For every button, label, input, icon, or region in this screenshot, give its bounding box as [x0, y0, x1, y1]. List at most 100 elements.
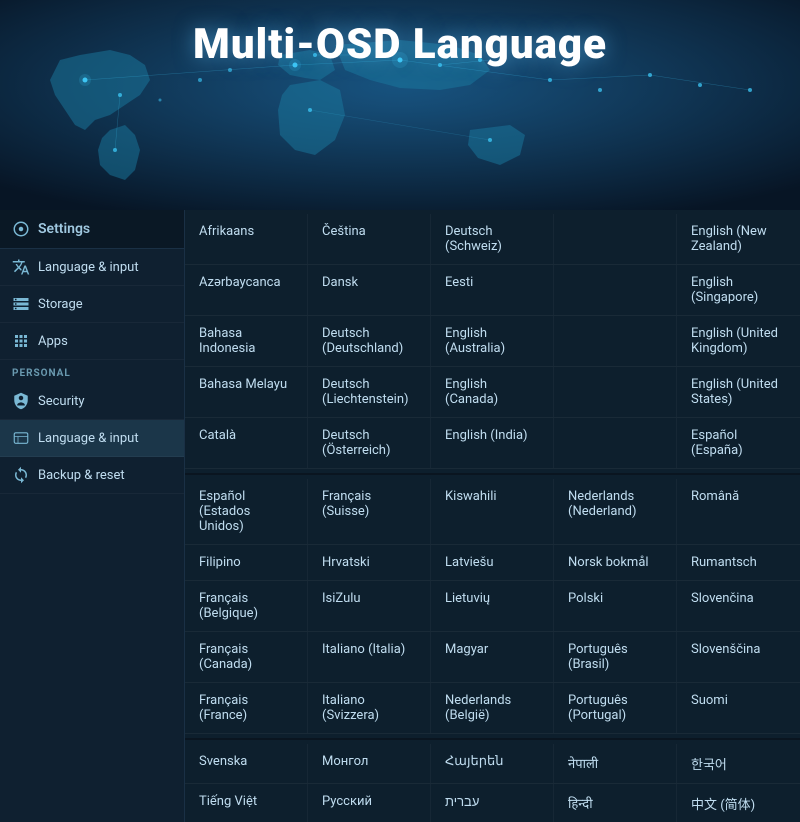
sidebar-section-personal: PERSONAL: [0, 360, 184, 383]
list-item[interactable]: Italiano (Svizzera): [308, 683, 431, 733]
list-item[interactable]: Slovenčina: [677, 581, 800, 631]
list-item[interactable]: Slovenščina: [677, 632, 800, 682]
list-item[interactable]: [554, 265, 677, 315]
list-item[interactable]: Español (Estados Unidos): [185, 479, 308, 544]
list-item[interactable]: Kiswahili: [431, 479, 554, 544]
list-item[interactable]: Lietuvių: [431, 581, 554, 631]
language-grid[interactable]: AfrikaansČeštinaDeutsch (Schweiz) English…: [185, 210, 800, 822]
list-item[interactable]: Español (España): [677, 418, 800, 468]
storage-icon: [12, 295, 30, 313]
list-item[interactable]: Afrikaans: [185, 214, 308, 264]
list-item[interactable]: Français (Suisse): [308, 479, 431, 544]
sidebar-item-apps[interactable]: Apps: [0, 323, 184, 360]
list-item[interactable]: Magyar: [431, 632, 554, 682]
list-item[interactable]: Latviešu: [431, 545, 554, 580]
list-item[interactable]: नेपाली: [554, 744, 677, 783]
list-item[interactable]: English (Singapore): [677, 265, 800, 315]
list-item[interactable]: [554, 367, 677, 417]
sidebar-header: Settings: [0, 210, 184, 249]
table-row: Tiếng ViệtРусскийעבריתहिन्दी中文 (简体): [185, 784, 800, 822]
list-item[interactable]: Tiếng Việt: [185, 784, 308, 822]
settings-label: Settings: [38, 221, 90, 237]
list-item[interactable]: English (India): [431, 418, 554, 468]
list-item[interactable]: Eesti: [431, 265, 554, 315]
main-container: Settings Language & input Storage: [0, 210, 800, 822]
list-item[interactable]: [554, 214, 677, 264]
sidebar: Settings Language & input Storage: [0, 210, 185, 822]
lang-group-1: Español (Estados Unidos)Français (Suisse…: [185, 475, 800, 740]
table-row: AzərbaycancaDanskEesti English (Singapore…: [185, 265, 800, 316]
list-item[interactable]: 中文 (简体): [677, 784, 800, 822]
list-item[interactable]: Bahasa Melayu: [185, 367, 308, 417]
table-row: FilipinoHrvatskiLatviešuNorsk bokmålRuma…: [185, 545, 800, 581]
list-item[interactable]: Čeština: [308, 214, 431, 264]
settings-icon: [12, 220, 30, 238]
list-item[interactable]: Français (Belgique): [185, 581, 308, 631]
list-item[interactable]: Português (Brasil): [554, 632, 677, 682]
sidebar-apps-label: Apps: [38, 334, 68, 349]
list-item[interactable]: Português (Portugal): [554, 683, 677, 733]
table-row: AfrikaansČeštinaDeutsch (Schweiz) English…: [185, 214, 800, 265]
security-icon: [12, 392, 30, 410]
list-item[interactable]: Polski: [554, 581, 677, 631]
list-item[interactable]: Bahasa Indonesia: [185, 316, 308, 366]
list-item[interactable]: Azərbaycanca: [185, 265, 308, 315]
list-item[interactable]: Français (Canada): [185, 632, 308, 682]
backup-icon: [12, 466, 30, 484]
list-item[interactable]: Română: [677, 479, 800, 544]
lang-group-0: AfrikaansČeštinaDeutsch (Schweiz) English…: [185, 210, 800, 475]
list-item[interactable]: Русский: [308, 784, 431, 822]
table-row: CatalàDeutsch (Österreich)English (India…: [185, 418, 800, 469]
list-item[interactable]: IsiZulu: [308, 581, 431, 631]
list-item[interactable]: Italiano (Italia): [308, 632, 431, 682]
list-item[interactable]: Suomi: [677, 683, 800, 733]
list-item[interactable]: English (New Zealand): [677, 214, 800, 264]
table-row: Français (Belgique)IsiZuluLietuviųPolski…: [185, 581, 800, 632]
list-item[interactable]: Հայերեն: [431, 744, 554, 783]
header-section: Multi-OSD Language: [0, 0, 800, 210]
list-item[interactable]: Català: [185, 418, 308, 468]
list-item[interactable]: Nederlands (Nederland): [554, 479, 677, 544]
list-item[interactable]: English (Canada): [431, 367, 554, 417]
list-item[interactable]: Français (France): [185, 683, 308, 733]
sidebar-item-security[interactable]: Security: [0, 383, 184, 420]
list-item[interactable]: עברית: [431, 784, 554, 822]
list-item[interactable]: Deutsch (Schweiz): [431, 214, 554, 264]
apps-icon: [12, 332, 30, 350]
table-row: Français (Canada)Italiano (Italia)Magyar…: [185, 632, 800, 683]
list-item[interactable]: Svenska: [185, 744, 308, 783]
sidebar-security-label: Security: [38, 394, 85, 409]
list-item[interactable]: English (United Kingdom): [677, 316, 800, 366]
sidebar-storage-label: Storage: [38, 297, 83, 312]
list-item[interactable]: Nederlands (België): [431, 683, 554, 733]
list-item[interactable]: Deutsch (Deutschland): [308, 316, 431, 366]
table-row: Español (Estados Unidos)Français (Suisse…: [185, 479, 800, 545]
sidebar-language-label: Language & input: [38, 260, 139, 275]
list-item[interactable]: Deutsch (Liechtenstein): [308, 367, 431, 417]
list-item[interactable]: [554, 316, 677, 366]
sidebar-backup-label: Backup & reset: [38, 468, 125, 483]
language-icon: [12, 258, 30, 276]
list-item[interactable]: 한국어: [677, 744, 800, 783]
sidebar-item-backup[interactable]: Backup & reset: [0, 457, 184, 494]
table-row: Bahasa MelayuDeutsch (Liechtenstein)Engl…: [185, 367, 800, 418]
sidebar-item-storage[interactable]: Storage: [0, 286, 184, 323]
list-item[interactable]: Rumantsch: [677, 545, 800, 580]
list-item[interactable]: Deutsch (Österreich): [308, 418, 431, 468]
list-item[interactable]: English (Australia): [431, 316, 554, 366]
list-item[interactable]: Dansk: [308, 265, 431, 315]
language2-icon: [12, 429, 30, 447]
list-item[interactable]: Монгол: [308, 744, 431, 783]
page-title: Multi-OSD Language: [0, 20, 800, 69]
lang-group-2: SvenskaМонголՀայերենनेपाली한국어Tiếng ViệtР…: [185, 740, 800, 822]
list-item[interactable]: Filipino: [185, 545, 308, 580]
sidebar-language2-label: Language & input: [38, 431, 139, 446]
sidebar-item-language-input-2[interactable]: Language & input: [0, 420, 184, 457]
list-item[interactable]: English (United States): [677, 367, 800, 417]
sidebar-item-language-input[interactable]: Language & input: [0, 249, 184, 286]
list-item[interactable]: Hrvatski: [308, 545, 431, 580]
list-item[interactable]: हिन्दी: [554, 784, 677, 822]
list-item[interactable]: [554, 418, 677, 468]
table-row: Bahasa IndonesiaDeutsch (Deutschland)Eng…: [185, 316, 800, 367]
list-item[interactable]: Norsk bokmål: [554, 545, 677, 580]
